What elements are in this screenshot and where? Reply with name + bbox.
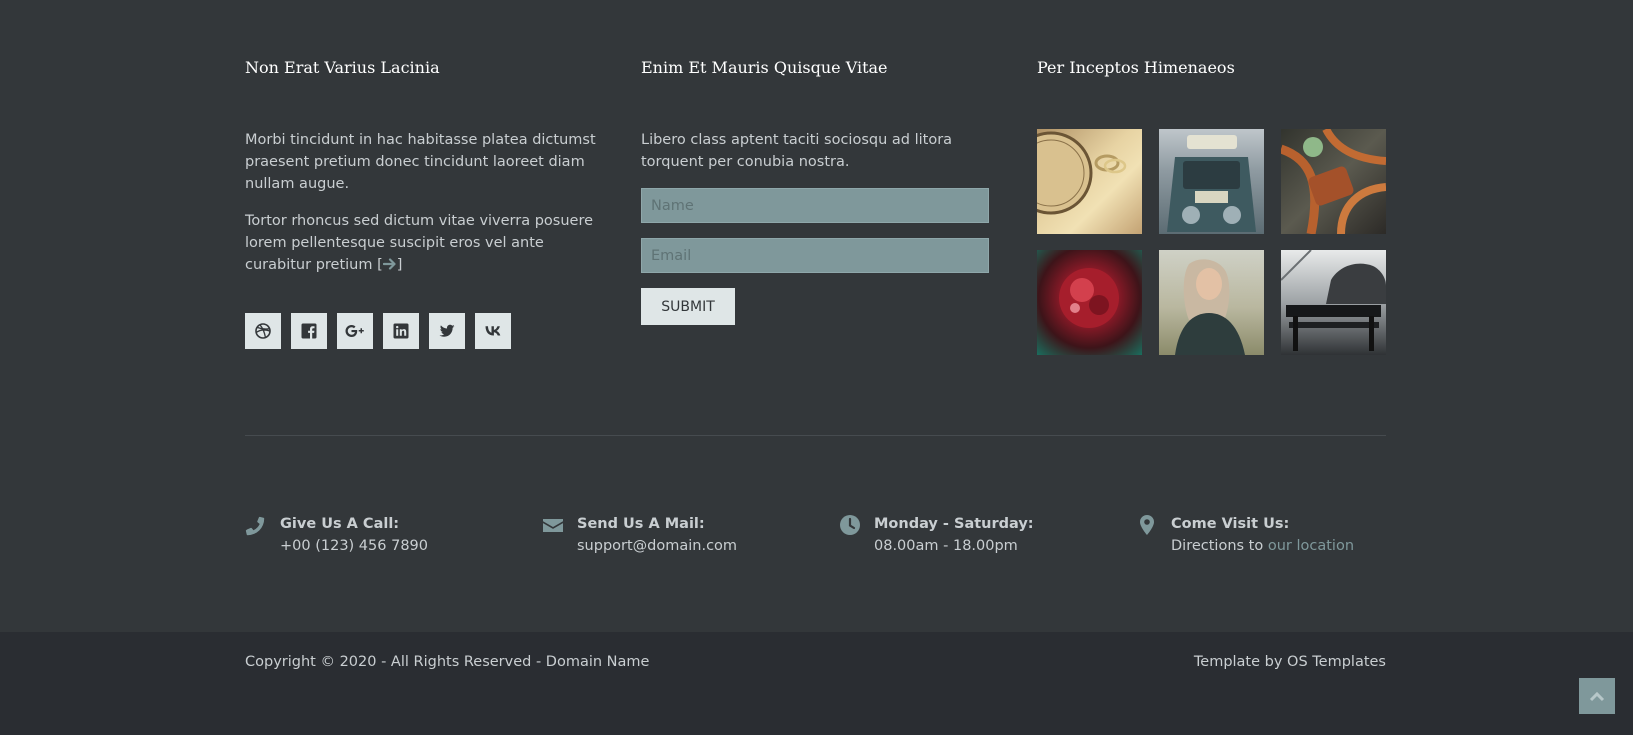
contact-call-title: Give Us A Call: xyxy=(280,516,400,532)
submit-button[interactable]: Submit xyxy=(641,288,735,325)
copyright: Copyright © 2020 - All Rights Reserved -… xyxy=(245,654,650,670)
arrow-right-icon[interactable] xyxy=(382,256,397,278)
about-paragraph-2-end: ] xyxy=(396,257,403,273)
about-title: Non Erat Varius Lacinia xyxy=(245,58,440,77)
map-marker-icon xyxy=(1140,515,1154,535)
contact-hours: Monday - Saturday: 08.00am - 18.00pm xyxy=(839,513,1034,557)
contact-call-text: +00 (123) 456 7890 xyxy=(280,538,428,554)
template-credit[interactable]: Template by OS Templates xyxy=(1194,654,1386,670)
linkedin-button[interactable] xyxy=(383,313,419,349)
footer-bottom: Copyright © 2020 - All Rights Reserved -… xyxy=(0,632,1633,735)
about-paragraph-2: Tortor rhoncus sed dictum vitae viverra … xyxy=(245,210,597,278)
contact-hours-title: Monday - Saturday: xyxy=(874,516,1034,532)
envelope-icon xyxy=(543,519,563,532)
divider xyxy=(245,435,1386,436)
facebook-button[interactable] xyxy=(291,313,327,349)
chevron-up-icon xyxy=(1589,691,1605,702)
gallery-image-street-bench[interactable] xyxy=(1281,250,1386,355)
contact-call: Give Us A Call: +00 (123) 456 7890 xyxy=(245,513,428,557)
facebook-icon xyxy=(301,323,317,339)
back-to-top-button[interactable] xyxy=(1579,678,1615,714)
our-location-link[interactable]: our location xyxy=(1268,538,1354,554)
newsletter-title: Enim Et Mauris Quisque Vitae xyxy=(641,58,888,77)
gallery-image-watch-and-rings[interactable] xyxy=(1037,129,1142,234)
contact-visit-title: Come Visit Us: xyxy=(1171,516,1290,532)
linkedin-icon xyxy=(393,323,409,339)
dribbble-button[interactable] xyxy=(245,313,281,349)
twitter-icon xyxy=(439,324,455,337)
google-plus-button[interactable] xyxy=(337,313,373,349)
clock-icon xyxy=(840,515,860,535)
about-paragraph-2-text: Tortor rhoncus sed dictum vitae viverra … xyxy=(245,213,594,273)
phone-icon xyxy=(245,516,265,536)
contact-visit-text: Directions to our location xyxy=(1171,535,1354,557)
name-input[interactable] xyxy=(641,188,989,223)
gallery-image-leather-straps[interactable] xyxy=(1281,129,1386,234)
contact-mail-text[interactable]: support@domain.com xyxy=(577,535,737,557)
vk-icon xyxy=(485,326,501,336)
twitter-button[interactable] xyxy=(429,313,465,349)
gallery-title: Per Inceptos Himenaeos xyxy=(1037,58,1235,77)
contact-mail: Send Us A Mail: support@domain.com xyxy=(542,513,737,557)
footer-main: Non Erat Varius Lacinia Morbi tincidunt … xyxy=(0,0,1633,632)
email-input[interactable] xyxy=(641,238,989,273)
gallery-image-vintage-taxi[interactable] xyxy=(1159,129,1264,234)
google-plus-icon xyxy=(345,325,364,337)
about-paragraph-1: Morbi tincidunt in hac habitasse platea … xyxy=(245,132,596,192)
gallery-image-smiling-woman[interactable] xyxy=(1159,250,1264,355)
newsletter-text: Libero class aptent taciti sociosqu ad l… xyxy=(641,132,953,170)
social-links xyxy=(245,313,511,349)
contact-hours-text: 08.00am - 18.00pm xyxy=(874,538,1018,554)
contact-visit: Come Visit Us: Directions to our locatio… xyxy=(1136,513,1354,557)
dribbble-icon xyxy=(255,323,271,339)
gallery-image-red-flower[interactable] xyxy=(1037,250,1142,355)
contact-visit-prefix: Directions to xyxy=(1171,538,1268,554)
vk-button[interactable] xyxy=(475,313,511,349)
contact-mail-title: Send Us A Mail: xyxy=(577,516,705,532)
